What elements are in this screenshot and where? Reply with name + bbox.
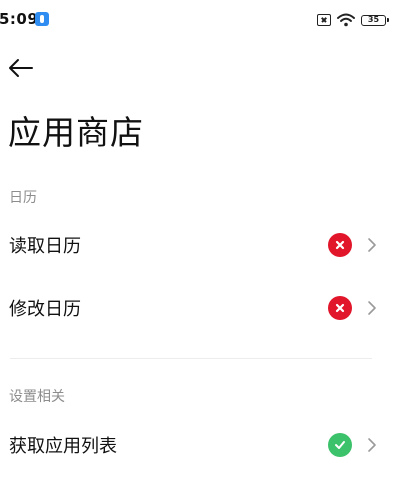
allowed-status-icon [328,433,352,457]
section-header-settings: 设置相关 [9,389,65,405]
status-time: 5:09 [0,10,39,28]
permission-row-read-calendar[interactable]: 读取日历 [0,215,408,275]
battery-icon: 35 [361,14,389,26]
notification-app-icon [35,12,49,26]
permission-row-modify-calendar[interactable]: 修改日历 [0,278,408,338]
x-icon [335,303,345,313]
permission-label: 修改日历 [9,299,81,320]
denied-status-icon [328,233,352,257]
denied-status-icon [328,296,352,320]
back-button[interactable] [6,54,36,82]
chevron-right-icon [368,238,376,252]
page-title: 应用商店 [8,113,144,152]
chevron-right-icon [368,438,376,452]
section-header-calendar: 日历 [9,190,37,206]
permission-label: 获取应用列表 [9,436,117,457]
back-arrow-icon [9,59,33,77]
permission-label: 读取日历 [9,236,81,257]
wifi-icon [337,13,355,27]
section-divider [10,358,372,359]
chevron-right-icon [368,301,376,315]
permission-row-get-app-list[interactable]: 获取应用列表 [0,415,408,475]
status-bar: 5:09 35 [0,0,408,40]
x-icon [335,240,345,250]
no-sim-icon [317,14,331,26]
check-icon [335,441,345,449]
status-icons: 35 [317,12,389,28]
